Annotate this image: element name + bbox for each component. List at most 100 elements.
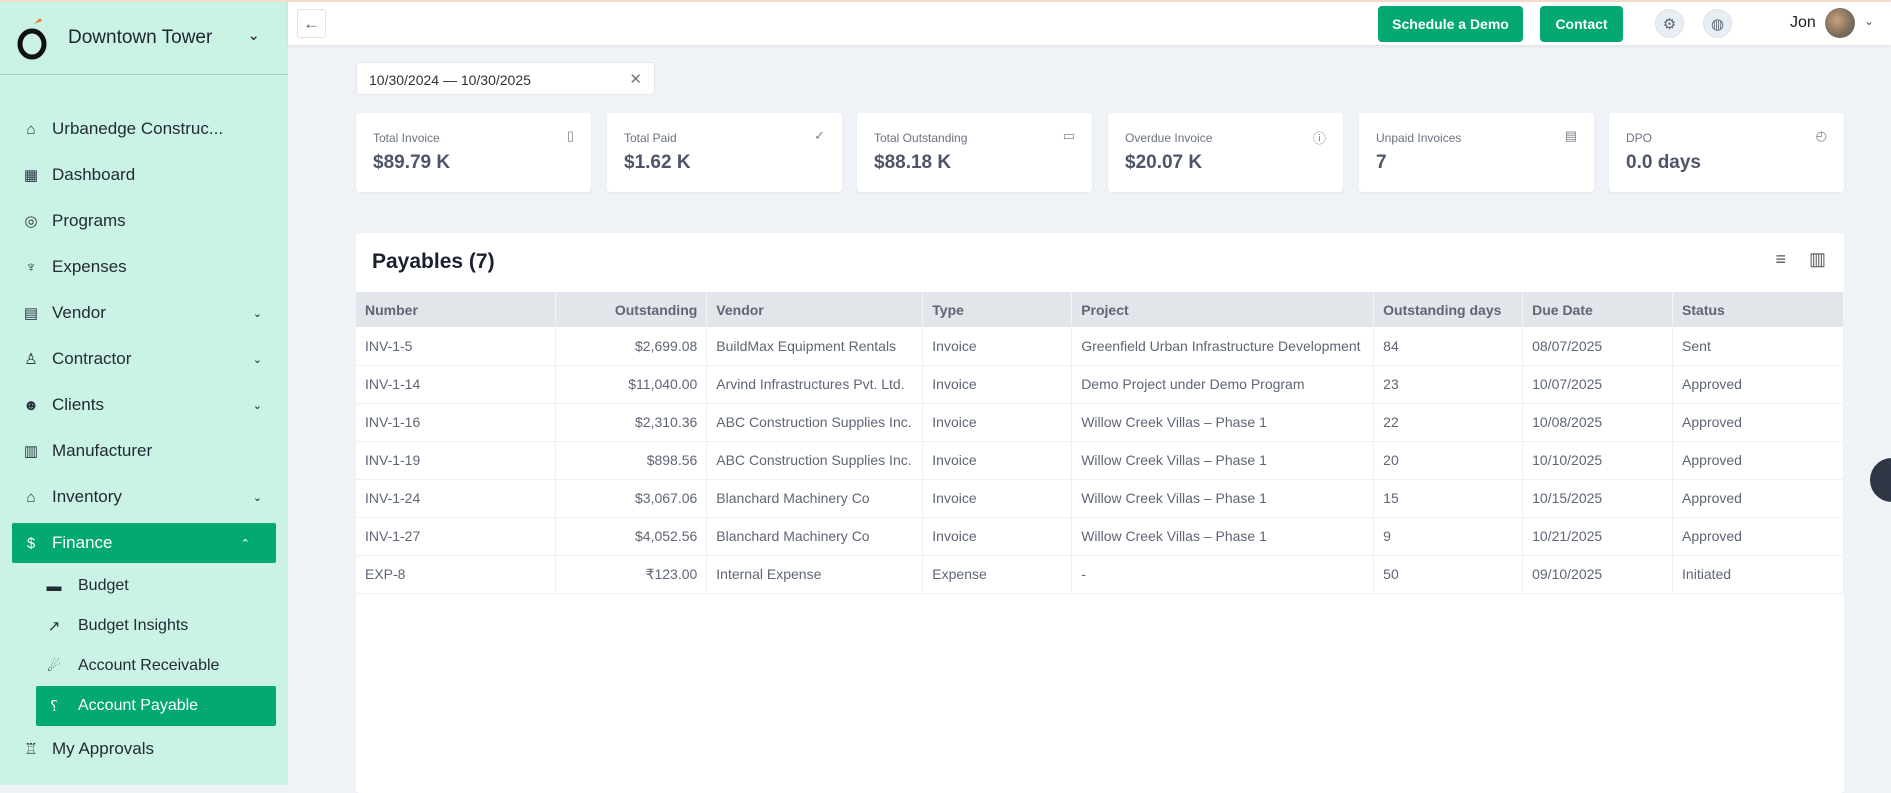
sidebar-item-urbanedge-construc[interactable]: ⌂ Urbanedge Construc... — [0, 106, 288, 152]
stat-label: Total Paid — [624, 131, 677, 145]
columns-icon[interactable]: ▥ — [1809, 249, 1826, 270]
sidebar-subitem-budget-insights[interactable]: ↗ Budget Insights — [0, 606, 288, 646]
table-row[interactable]: INV-1-14 $11,040.00 Arvind Infrastructures… — [356, 365, 1844, 404]
chart-line-icon: ↗ — [47, 618, 61, 635]
document-icon: ▯ — [566, 128, 574, 143]
table-cell: $11,040.00 — [555, 365, 708, 404]
sidebar-subitem-account-payable[interactable]: ⸮ Account Payable — [36, 686, 276, 726]
table-cell: $2,699.08 — [555, 327, 708, 366]
table-cell: 10/15/2025 — [1522, 479, 1674, 518]
table-row[interactable]: INV-1-24 $3,067.06 Blanchard Machinery Co I… — [356, 479, 1844, 518]
payables-panel: Payables (7) ≡ ▥ Number Outstanding Vendor… — [356, 233, 1844, 793]
sidebar-item-label: Contractor — [52, 349, 132, 368]
sidebar-item-label: Manufacturer — [52, 441, 153, 460]
column-header[interactable]: Type — [922, 292, 1073, 327]
table-cell: Willow Creek Villas – Phase 1 — [1071, 517, 1375, 556]
chevron-down-icon: ⌄ — [247, 27, 260, 44]
payables-table: Number Outstanding Vendor Type Project Outsta… — [356, 292, 1844, 594]
table-cell: Greenfield Urban Infrastructure Developm… — [1071, 327, 1375, 366]
logo-icon — [17, 18, 47, 60]
floating-action-button[interactable] — [1870, 458, 1891, 502]
stat-value: 0.0 days — [1626, 152, 1701, 173]
table-cell: 9 — [1373, 517, 1524, 556]
stat-value: $1.62 K — [624, 152, 691, 173]
sidebar-item-label: My Approvals — [52, 739, 155, 758]
factory-icon: ▥ — [23, 443, 39, 460]
globe-icon: ◍ — [1710, 15, 1725, 33]
table-cell: INV-1-5 — [356, 327, 557, 366]
contact-button[interactable]: Contact — [1540, 6, 1623, 42]
sidebar-item-clients[interactable]: ☻ Clients ⌄ — [0, 382, 288, 428]
sidebar-item-finance[interactable]: $ Finance ⌃ — [12, 523, 276, 563]
table-cell: ABC Construction Supplies Inc. — [706, 403, 924, 442]
table-cell: INV-1-16 — [356, 403, 557, 442]
table-cell: 10/10/2025 — [1522, 441, 1674, 480]
column-header[interactable]: Due Date — [1522, 292, 1674, 327]
sidebar-subitem-account-receivable[interactable]: ☄ Account Receivable — [0, 646, 288, 686]
date-range-value: 10/30/2024 — 10/30/2025 — [369, 72, 531, 88]
table-cell: 20 — [1373, 441, 1524, 480]
avatar[interactable] — [1825, 8, 1855, 38]
table-row[interactable]: INV-1-19 $898.56 ABC Construction Supplies… — [356, 441, 1844, 480]
expenses-icon: ♆ — [25, 258, 37, 276]
back-button[interactable]: ← — [297, 9, 326, 38]
programs-icon: ◎ — [24, 213, 38, 230]
column-header[interactable]: Vendor — [706, 292, 924, 327]
sidebar-subitem-label: Budget — [78, 577, 129, 594]
users-icon: ☻ — [23, 396, 39, 414]
table-cell: 50 — [1373, 555, 1524, 594]
table-row[interactable]: EXP-8 ₹123.00 Internal Expense Expense -50 09… — [356, 555, 1844, 594]
table-cell: INV-1-14 — [356, 365, 557, 404]
table-cell: Approved — [1672, 441, 1844, 480]
table-row[interactable]: INV-1-27 $4,052.56 Blanchard Machinery Co I… — [356, 517, 1844, 556]
column-header[interactable]: Outstanding — [555, 292, 708, 327]
table-cell: INV-1-19 — [356, 441, 557, 480]
sidebar-item-vendor[interactable]: ▤ Vendor ⌄ — [0, 290, 288, 336]
sidebar-item-expenses[interactable]: ♆ Expenses — [0, 244, 288, 290]
sidebar-item-label: Urbanedge Construc... — [52, 119, 224, 138]
filter-icon[interactable]: ≡ — [1775, 249, 1786, 270]
table-cell: 10/07/2025 — [1522, 365, 1674, 404]
table-cell: ABC Construction Supplies Inc. — [706, 441, 924, 480]
clear-icon[interactable]: ✕ — [629, 70, 642, 88]
column-header[interactable]: Project — [1071, 292, 1375, 327]
column-header[interactable]: Outstanding days — [1373, 292, 1524, 327]
user-name[interactable]: Jon — [1790, 14, 1816, 32]
table-cell: Invoice — [922, 403, 1073, 442]
store-icon: ▤ — [23, 305, 39, 322]
table-cell: Willow Creek Villas – Phase 1 — [1071, 479, 1375, 518]
schedule-demo-button[interactable]: Schedule a Demo — [1378, 6, 1523, 42]
table-cell: EXP-8 — [356, 555, 557, 594]
table-cell: 09/10/2025 — [1522, 555, 1674, 594]
project-name: Downtown Tower — [68, 27, 213, 48]
language-button[interactable]: ◍ — [1703, 9, 1732, 38]
user-icon: ♙ — [24, 351, 38, 368]
chevron-down-icon: ⌄ — [252, 491, 262, 504]
stamp-icon: ♖ — [24, 741, 38, 758]
sidebar-item-label: Programs — [52, 211, 126, 230]
sidebar-item-contractor[interactable]: ♙ Contractor ⌄ — [0, 336, 288, 382]
sidebar: Downtown Tower ⌄ ⌂ Urbanedge Construc... ▦… — [0, 2, 288, 785]
table-cell: $3,067.06 — [555, 479, 708, 518]
column-header[interactable]: Status — [1672, 292, 1844, 327]
sidebar-item-dashboard[interactable]: ▦ Dashboard — [0, 152, 288, 198]
table-cell: Invoice — [922, 479, 1073, 518]
stopwatch-icon: ◴ — [1815, 128, 1827, 143]
column-header[interactable]: Number — [356, 292, 557, 327]
table-cell: Internal Expense — [706, 555, 924, 594]
chevron-down-icon[interactable]: ⌄ — [1864, 14, 1874, 28]
table-row[interactable]: INV-1-16 $2,310.36 ABC Construction Suppli… — [356, 403, 1844, 442]
sidebar-item-my-approvals[interactable]: ♖ My Approvals — [0, 726, 288, 772]
table-cell: $898.56 — [555, 441, 708, 480]
stat-value: 7 — [1376, 152, 1387, 173]
table-row[interactable]: INV-1-5 $2,699.08 BuildMax Equipment Renta… — [356, 327, 1844, 366]
sidebar-item-programs[interactable]: ◎ Programs — [0, 198, 288, 244]
sidebar-item-inventory[interactable]: ⌂ Inventory ⌄ — [0, 474, 288, 520]
settings-button[interactable]: ⚙ — [1655, 9, 1684, 38]
sidebar-item-manufacturer[interactable]: ▥ Manufacturer — [0, 428, 288, 474]
date-range-input[interactable]: 10/30/2024 — 10/30/2025 ✕ — [356, 62, 655, 95]
table-cell: 22 — [1373, 403, 1524, 442]
sidebar-subitem-budget[interactable]: ▬ Budget — [0, 566, 288, 606]
stat-value: $89.79 K — [373, 152, 451, 173]
project-switcher[interactable]: Downtown Tower ⌄ — [0, 2, 288, 75]
